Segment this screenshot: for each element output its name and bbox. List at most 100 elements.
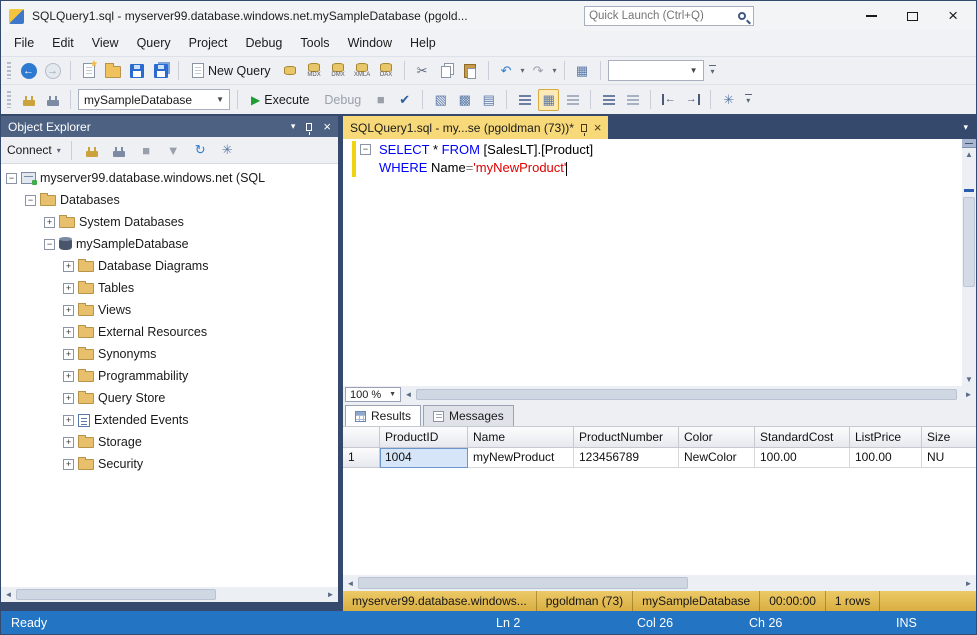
redo-dropdown-icon[interactable]: ▾ xyxy=(553,66,557,75)
tree-item-views[interactable]: +Views xyxy=(1,299,338,321)
navigate-back-icon[interactable]: ← xyxy=(21,63,37,79)
tree-item-synonyms[interactable]: +Synonyms xyxy=(1,343,338,365)
tree-item-programmability[interactable]: +Programmability xyxy=(1,365,338,387)
expand-icon[interactable]: + xyxy=(63,283,74,294)
expand-icon[interactable]: + xyxy=(44,217,55,228)
menu-view[interactable]: View xyxy=(83,31,128,56)
scroll-thumb[interactable] xyxy=(358,577,688,589)
scroll-right-icon[interactable]: ► xyxy=(961,579,976,588)
grid-cell[interactable]: 100.00 xyxy=(755,448,850,468)
mdx-query-icon[interactable]: MDX xyxy=(304,63,325,79)
tree-item-database-diagrams[interactable]: +Database Diagrams xyxy=(1,255,338,277)
document-list-icon[interactable]: ▾ xyxy=(963,122,976,139)
expand-icon[interactable]: + xyxy=(63,415,74,426)
auto-refresh-icon[interactable]: ✳ xyxy=(217,139,238,161)
expand-icon[interactable]: + xyxy=(63,261,74,272)
collapse-icon[interactable]: − xyxy=(44,239,55,250)
maximize-button[interactable] xyxy=(907,12,918,21)
scroll-left-icon[interactable]: ◄ xyxy=(1,590,16,599)
code-area[interactable]: −SELECT * FROM [SalesLT].[Product]WHERE … xyxy=(343,139,976,177)
comment-icon[interactable] xyxy=(603,95,615,105)
window-position-icon[interactable]: ▾ xyxy=(291,121,296,132)
results-to-grid-icon[interactable]: ▦ xyxy=(538,89,559,111)
execute-button[interactable]: ▶ Execute xyxy=(245,93,315,107)
new-file-icon[interactable] xyxy=(83,63,95,78)
zoom-combobox[interactable]: 100 % ▼ xyxy=(345,387,401,402)
filter-icon[interactable]: ▼ xyxy=(163,139,184,161)
copy-icon[interactable] xyxy=(441,66,451,78)
connect-icon[interactable] xyxy=(23,100,35,106)
redo-icon[interactable]: ↷ xyxy=(528,60,549,82)
menu-tools[interactable]: Tools xyxy=(291,31,338,56)
menu-debug[interactable]: Debug xyxy=(237,31,292,56)
object-explorer-hscrollbar[interactable]: ◄ ► xyxy=(1,587,338,602)
dmx-query-icon[interactable]: DMX xyxy=(328,63,349,79)
tree-item-tables[interactable]: +Tables xyxy=(1,277,338,299)
toolbar-overflow-icon[interactable]: ▾ xyxy=(742,94,754,105)
grid-column-header-name[interactable]: Name xyxy=(468,427,574,448)
tree-item-storage[interactable]: +Storage xyxy=(1,431,338,453)
grid-corner-cell[interactable] xyxy=(343,427,380,448)
expand-icon[interactable]: + xyxy=(63,327,74,338)
grid-cell[interactable]: 100.00 xyxy=(850,448,922,468)
grid-cell[interactable]: NU xyxy=(922,448,976,468)
expand-icon[interactable]: + xyxy=(63,459,74,470)
save-icon[interactable] xyxy=(130,64,144,78)
new-query-button[interactable]: New Query xyxy=(186,63,277,78)
close-icon[interactable]: × xyxy=(594,123,602,133)
grid-column-header-standardcost[interactable]: StandardCost xyxy=(755,427,850,448)
collapse-icon[interactable]: − xyxy=(6,173,17,184)
undo-dropdown-icon[interactable]: ▾ xyxy=(521,66,525,75)
menu-edit[interactable]: Edit xyxy=(43,31,83,56)
tree-item-myserver99-database-windows-net-sql[interactable]: −myserver99.database.windows.net (SQL xyxy=(1,167,338,189)
expand-icon[interactable]: + xyxy=(63,393,74,404)
expand-icon[interactable]: + xyxy=(63,371,74,382)
menu-file[interactable]: File xyxy=(5,31,43,56)
scroll-left-icon[interactable]: ◄ xyxy=(401,390,416,399)
tab-messages[interactable]: Messages xyxy=(423,405,514,426)
debug-button[interactable]: Debug xyxy=(318,93,367,107)
collapse-region-icon[interactable]: − xyxy=(360,144,371,155)
database-engine-query-icon[interactable] xyxy=(280,66,301,75)
results-to-file-icon[interactable] xyxy=(567,95,579,105)
quick-launch-input[interactable] xyxy=(589,10,738,22)
tree-item-security[interactable]: +Security xyxy=(1,453,338,475)
tree-item-external-resources[interactable]: +External Resources xyxy=(1,321,338,343)
tab-results[interactable]: Results xyxy=(345,405,421,426)
paste-icon[interactable] xyxy=(464,64,476,78)
scroll-thumb[interactable] xyxy=(416,389,957,400)
tree-item-extended-events[interactable]: +Extended Events xyxy=(1,409,338,431)
scroll-thumb[interactable] xyxy=(16,589,216,600)
connect-object-explorer-icon[interactable] xyxy=(86,151,98,157)
split-handle[interactable] xyxy=(962,139,976,148)
collapse-icon[interactable]: − xyxy=(25,195,36,206)
change-connection-icon[interactable] xyxy=(47,100,59,106)
grid-cell[interactable]: NewColor xyxy=(679,448,755,468)
tree-item-databases[interactable]: −Databases xyxy=(1,189,338,211)
toolbar-overflow-icon[interactable]: ▾ xyxy=(707,65,719,76)
scroll-thumb[interactable] xyxy=(963,197,975,287)
save-all-icon[interactable] xyxy=(154,64,168,78)
code-editor[interactable]: −SELECT * FROM [SalesLT].[Product]WHERE … xyxy=(343,139,976,386)
grid-cell[interactable]: myNewProduct xyxy=(468,448,574,468)
menu-project[interactable]: Project xyxy=(180,31,237,56)
close-button[interactable]: × xyxy=(948,9,958,23)
object-tree[interactable]: −myserver99.database.windows.net (SQL−Da… xyxy=(1,164,338,587)
tree-item-query-store[interactable]: +Query Store xyxy=(1,387,338,409)
scroll-down-icon[interactable]: ▼ xyxy=(965,373,973,386)
menu-query[interactable]: Query xyxy=(128,31,180,56)
grid-column-header-size[interactable]: Size xyxy=(922,427,976,448)
sqlcmd-mode-icon[interactable]: ✳ xyxy=(718,89,739,111)
grid-hscrollbar[interactable]: ◄ ► xyxy=(343,575,976,591)
refresh-icon[interactable]: ↻ xyxy=(190,139,211,161)
live-query-stats-icon[interactable]: ▩ xyxy=(454,89,475,111)
scroll-right-icon[interactable]: ► xyxy=(323,590,338,599)
connect-dropdown[interactable]: Connect ▾ xyxy=(7,143,61,157)
quick-launch-box[interactable] xyxy=(584,6,754,26)
toolbar-grip[interactable] xyxy=(7,62,11,79)
grid-column-header-listprice[interactable]: ListPrice xyxy=(850,427,922,448)
menu-help[interactable]: Help xyxy=(401,31,445,56)
grid-column-header-productid[interactable]: ProductID xyxy=(380,427,468,448)
toolbar-grip[interactable] xyxy=(7,91,11,108)
code-line[interactable]: −SELECT * FROM [SalesLT].[Product] xyxy=(343,141,976,159)
